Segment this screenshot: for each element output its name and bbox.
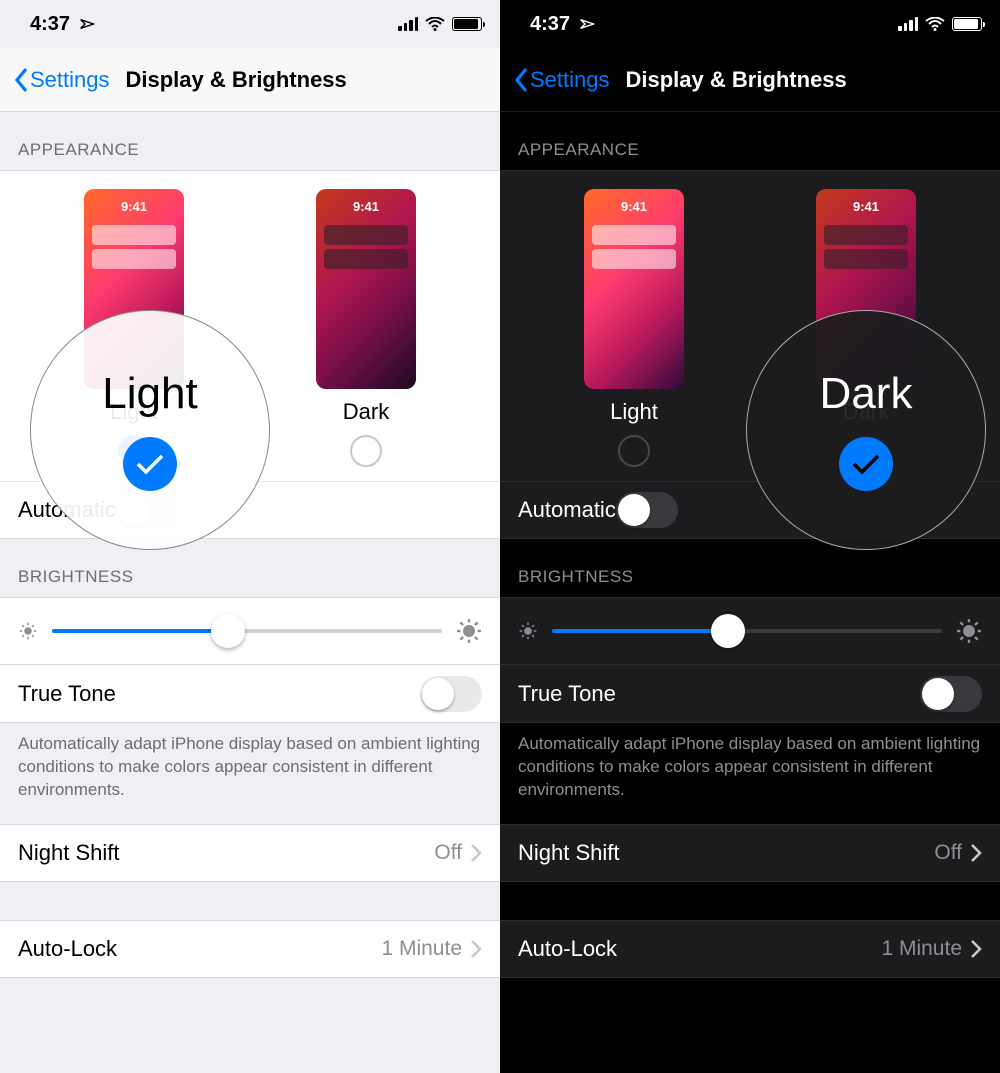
brightness-slider-row [0, 597, 500, 665]
appearance-header: APPEARANCE [0, 112, 500, 170]
appearance-card: 9:41 Light 9:41 Dark Automatic [0, 170, 500, 539]
light-mode-check-icon [118, 435, 150, 467]
night-shift-label: Night Shift [518, 840, 620, 866]
true-tone-description: Automatically adapt iPhone display based… [500, 723, 1000, 824]
status-bar: 4:37 [500, 0, 1000, 48]
status-bar: 4:37 [0, 0, 500, 48]
light-mode-label: Light [110, 399, 158, 425]
back-button[interactable]: Settings [514, 67, 610, 93]
cellular-signal-icon [898, 17, 918, 31]
automatic-row: Automatic [500, 481, 1000, 539]
location-icon [75, 14, 95, 34]
brightness-slider[interactable] [52, 629, 442, 633]
chevron-right-icon [470, 939, 482, 959]
status-time: 4:37 [30, 13, 70, 36]
auto-lock-value: 1 Minute [881, 937, 962, 961]
wifi-icon [925, 17, 945, 31]
screenshot-dark-mode: 4:37 Settings Display & Brightness APPEA… [500, 0, 1000, 1073]
true-tone-row: True Tone [500, 665, 1000, 723]
true-tone-description: Automatically adapt iPhone display based… [0, 723, 500, 824]
automatic-label: Automatic [518, 497, 616, 523]
chevron-left-icon [14, 67, 30, 93]
night-shift-row[interactable]: Night Shift Off [0, 824, 500, 882]
true-tone-row: True Tone [0, 665, 500, 723]
auto-lock-value: 1 Minute [381, 937, 462, 961]
true-tone-label: True Tone [18, 681, 116, 707]
chevron-right-icon [970, 939, 982, 959]
status-time: 4:37 [530, 13, 570, 36]
automatic-toggle[interactable] [116, 492, 178, 528]
appearance-option-dark[interactable]: 9:41 Dark [786, 189, 946, 467]
sun-small-icon [518, 621, 538, 641]
brightness-slider-row [500, 597, 1000, 665]
appearance-card: 9:41 Light 9:41 Dark Automatic [500, 170, 1000, 539]
night-shift-value: Off [434, 841, 462, 865]
auto-lock-row[interactable]: Auto-Lock 1 Minute [0, 920, 500, 978]
light-mode-thumbnail: 9:41 [584, 189, 684, 389]
nav-header: Settings Display & Brightness [0, 48, 500, 112]
dark-mode-label: Dark [843, 399, 889, 425]
dark-mode-thumbnail: 9:41 [816, 189, 916, 389]
auto-lock-label: Auto-Lock [518, 936, 617, 962]
battery-icon [452, 17, 482, 31]
light-mode-label: Light [610, 399, 658, 425]
dark-mode-thumbnail: 9:41 [316, 189, 416, 389]
true-tone-toggle[interactable] [920, 676, 982, 712]
location-icon [575, 14, 595, 34]
brightness-slider[interactable] [552, 629, 942, 633]
screenshot-light-mode: 4:37 Settings Display & Brightness APPEA… [0, 0, 500, 1073]
page-title: Display & Brightness [626, 67, 847, 93]
back-label: Settings [530, 67, 610, 93]
brightness-header: BRIGHTNESS [500, 539, 1000, 597]
light-mode-thumbnail: 9:41 [84, 189, 184, 389]
automatic-toggle[interactable] [616, 492, 678, 528]
sun-large-icon [456, 618, 482, 644]
auto-lock-label: Auto-Lock [18, 936, 117, 962]
night-shift-label: Night Shift [18, 840, 120, 866]
automatic-row: Automatic [0, 481, 500, 539]
appearance-option-light[interactable]: 9:41 Light [554, 189, 714, 467]
sun-small-icon [18, 621, 38, 641]
brightness-header: BRIGHTNESS [0, 539, 500, 597]
wifi-icon [425, 17, 445, 31]
dark-mode-check-icon [850, 435, 882, 467]
appearance-header: APPEARANCE [500, 112, 1000, 170]
light-mode-check-icon [618, 435, 650, 467]
night-shift-value: Off [934, 841, 962, 865]
automatic-label: Automatic [18, 497, 116, 523]
night-shift-row[interactable]: Night Shift Off [500, 824, 1000, 882]
true-tone-label: True Tone [518, 681, 616, 707]
appearance-option-dark[interactable]: 9:41 Dark [286, 189, 446, 467]
sun-large-icon [956, 618, 982, 644]
dark-mode-check-icon [350, 435, 382, 467]
chevron-left-icon [514, 67, 530, 93]
cellular-signal-icon [398, 17, 418, 31]
nav-header: Settings Display & Brightness [500, 48, 1000, 112]
chevron-right-icon [470, 843, 482, 863]
true-tone-toggle[interactable] [420, 676, 482, 712]
dark-mode-label: Dark [343, 399, 389, 425]
appearance-option-light[interactable]: 9:41 Light [54, 189, 214, 467]
page-title: Display & Brightness [126, 67, 347, 93]
back-label: Settings [30, 67, 110, 93]
auto-lock-row[interactable]: Auto-Lock 1 Minute [500, 920, 1000, 978]
back-button[interactable]: Settings [14, 67, 110, 93]
battery-icon [952, 17, 982, 31]
chevron-right-icon [970, 843, 982, 863]
